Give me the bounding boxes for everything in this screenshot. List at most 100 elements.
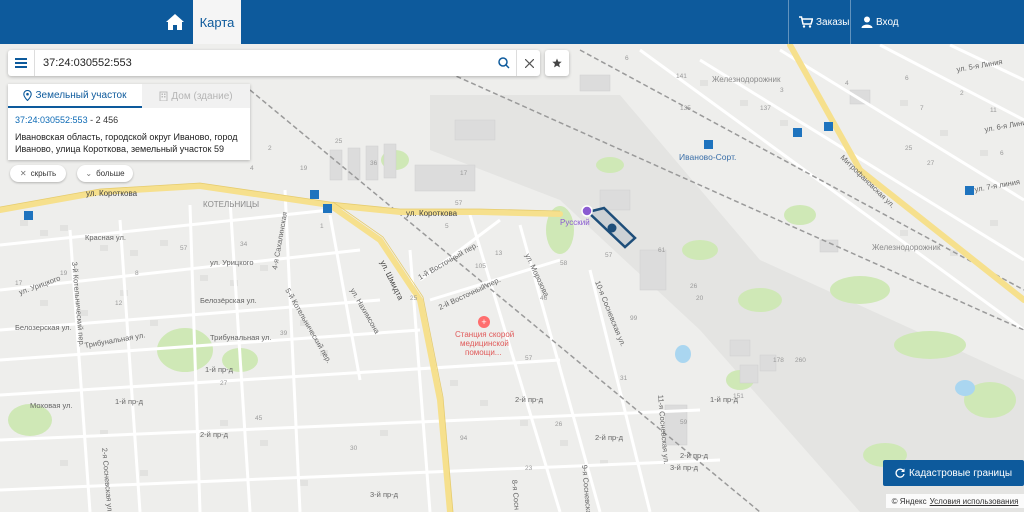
label-kotelnitsy: КОТЕЛЬНИЦЫ (203, 200, 259, 209)
cadastral-number-link[interactable]: 37:24:030552:553 (15, 115, 88, 125)
house-number: 30 (350, 445, 358, 452)
house-number: 17 (460, 170, 468, 177)
label-zheleznodorozhnik2: Железнодорожник (872, 243, 941, 252)
house-number: 57 (455, 200, 463, 207)
house-number: 19 (60, 270, 68, 277)
house-number: 34 (240, 241, 248, 248)
house-number: 4 (250, 165, 254, 172)
tab-house-building[interactable]: Дом (здание) (142, 84, 250, 108)
tab-map[interactable]: Карта (193, 0, 241, 44)
house-number: 105 (475, 263, 486, 270)
clear-search-button[interactable] (516, 50, 541, 76)
house-number: 4 (845, 80, 849, 87)
label-pr1b: 1-й пр-д (115, 397, 144, 406)
location-pin-icon (23, 89, 33, 101)
house-number: 6 (1000, 150, 1004, 157)
top-navigation-bar: Карта Заказы Вход (0, 0, 1024, 44)
map-canvas[interactable]: + Железнодорожник Железнодорожник Иванов… (0, 0, 1024, 512)
house-number: 25 (335, 138, 343, 145)
parcel-address: Ивановская область, городской округ Иван… (15, 132, 238, 154)
map-copyright: © Яндекс Условия использования (886, 494, 1024, 508)
hide-label: скрыть (30, 169, 57, 178)
house-number: 26 (555, 421, 563, 428)
close-icon: ✕ (19, 169, 27, 178)
house-number: 19 (300, 165, 308, 172)
label-ambulance-3: помощи... (465, 348, 501, 357)
house-number: 20 (696, 295, 704, 302)
menu-button[interactable] (8, 50, 35, 76)
house-number: 7 (920, 105, 924, 112)
house-number: 39 (280, 330, 288, 337)
russkiy-poi-icon[interactable] (581, 205, 593, 217)
label-russkiy: Русский (560, 218, 590, 227)
cadastral-boundaries-button[interactable]: Кадастровые границы (883, 460, 1024, 486)
label-belozerskaya-w: Белозерская ул. (15, 323, 72, 332)
house-number: 12 (115, 300, 123, 307)
favorites-button[interactable] (545, 50, 569, 76)
cart-icon (799, 16, 813, 28)
object-info-panel: Земельный участок Дом (здание) 37:24:030… (8, 84, 250, 160)
label-ambulance-2: медицинской (460, 339, 509, 348)
house-number: 6 (905, 75, 909, 82)
label-pr2a: 2-й пр-д (200, 430, 229, 439)
hide-button[interactable]: ✕ скрыть (10, 165, 66, 182)
star-icon (552, 58, 562, 68)
house-number: 260 (795, 357, 806, 364)
label-krasnaya: Красная ул. (85, 233, 126, 242)
ambulance-cross-icon: + (481, 317, 486, 327)
search-button[interactable] (494, 50, 514, 76)
house-number: 36 (370, 160, 378, 167)
house-number: 27 (220, 380, 228, 387)
home-button[interactable] (158, 0, 192, 44)
yandex-copyright: © Яндекс (891, 496, 927, 506)
house-number: 57 (180, 245, 188, 252)
house-number: 45 (255, 415, 263, 422)
close-icon (524, 58, 534, 68)
label-ambulance-1: Станция скорой (455, 330, 514, 339)
more-button[interactable]: ⌄ больше (77, 165, 133, 182)
label-pr1: 1-й пр-д (205, 365, 234, 374)
tab-land-plot[interactable]: Земельный участок (8, 84, 142, 108)
terms-link[interactable]: Условия использования (930, 497, 1019, 506)
house-number: 8 (135, 270, 139, 277)
house-number: 59 (680, 419, 688, 426)
home-icon (166, 14, 184, 30)
house-number: 46 (540, 295, 548, 302)
house-number: 2 (960, 90, 964, 97)
house-number: 94 (460, 435, 468, 442)
label-ivanovo-sort: Иваново-Сорт. (679, 152, 736, 162)
house-number: 57 (525, 355, 533, 362)
building-icon (159, 91, 168, 101)
house-number: 99 (630, 315, 638, 322)
orders-button[interactable]: Заказы (788, 0, 859, 44)
house-number: 25 (905, 145, 913, 152)
cadastral-boundaries-label: Кадастровые границы (908, 467, 1013, 479)
house-number: 61 (658, 247, 666, 254)
house-number: 141 (676, 73, 687, 80)
house-number: 27 (927, 160, 935, 167)
house-number: 6 (625, 55, 629, 62)
house-number: 178 (773, 357, 784, 364)
label-korotkova-w: ул. Короткова (86, 189, 138, 198)
house-number: 26 (690, 283, 698, 290)
hamburger-icon (15, 58, 27, 68)
house-number: 57 (605, 252, 613, 259)
search-input[interactable]: 37:24:030552:553 (43, 50, 132, 76)
house-number: 137 (760, 105, 771, 112)
orders-label: Заказы (816, 16, 850, 28)
house-number: 31 (620, 375, 628, 382)
house-number: 1 (320, 223, 324, 230)
tab-land-plot-label: Земельный участок (35, 89, 127, 101)
house-number: 17 (15, 280, 23, 287)
house-number: 135 (680, 105, 691, 112)
more-label: больше (96, 169, 125, 178)
house-number: 23 (525, 465, 533, 472)
login-label: Вход (876, 16, 899, 28)
login-button[interactable]: Вход (850, 0, 921, 44)
label-pr3b: 3-й пр-д (670, 463, 699, 472)
label-belozerskaya-e: Белозёрская ул. (200, 296, 257, 305)
house-number: 2 (268, 145, 272, 152)
label-pr2d: 2-й пр-д (680, 451, 709, 460)
house-number: 5 (445, 223, 449, 230)
label-tribunalnaya-e: Трибунальная ул. (210, 333, 272, 342)
